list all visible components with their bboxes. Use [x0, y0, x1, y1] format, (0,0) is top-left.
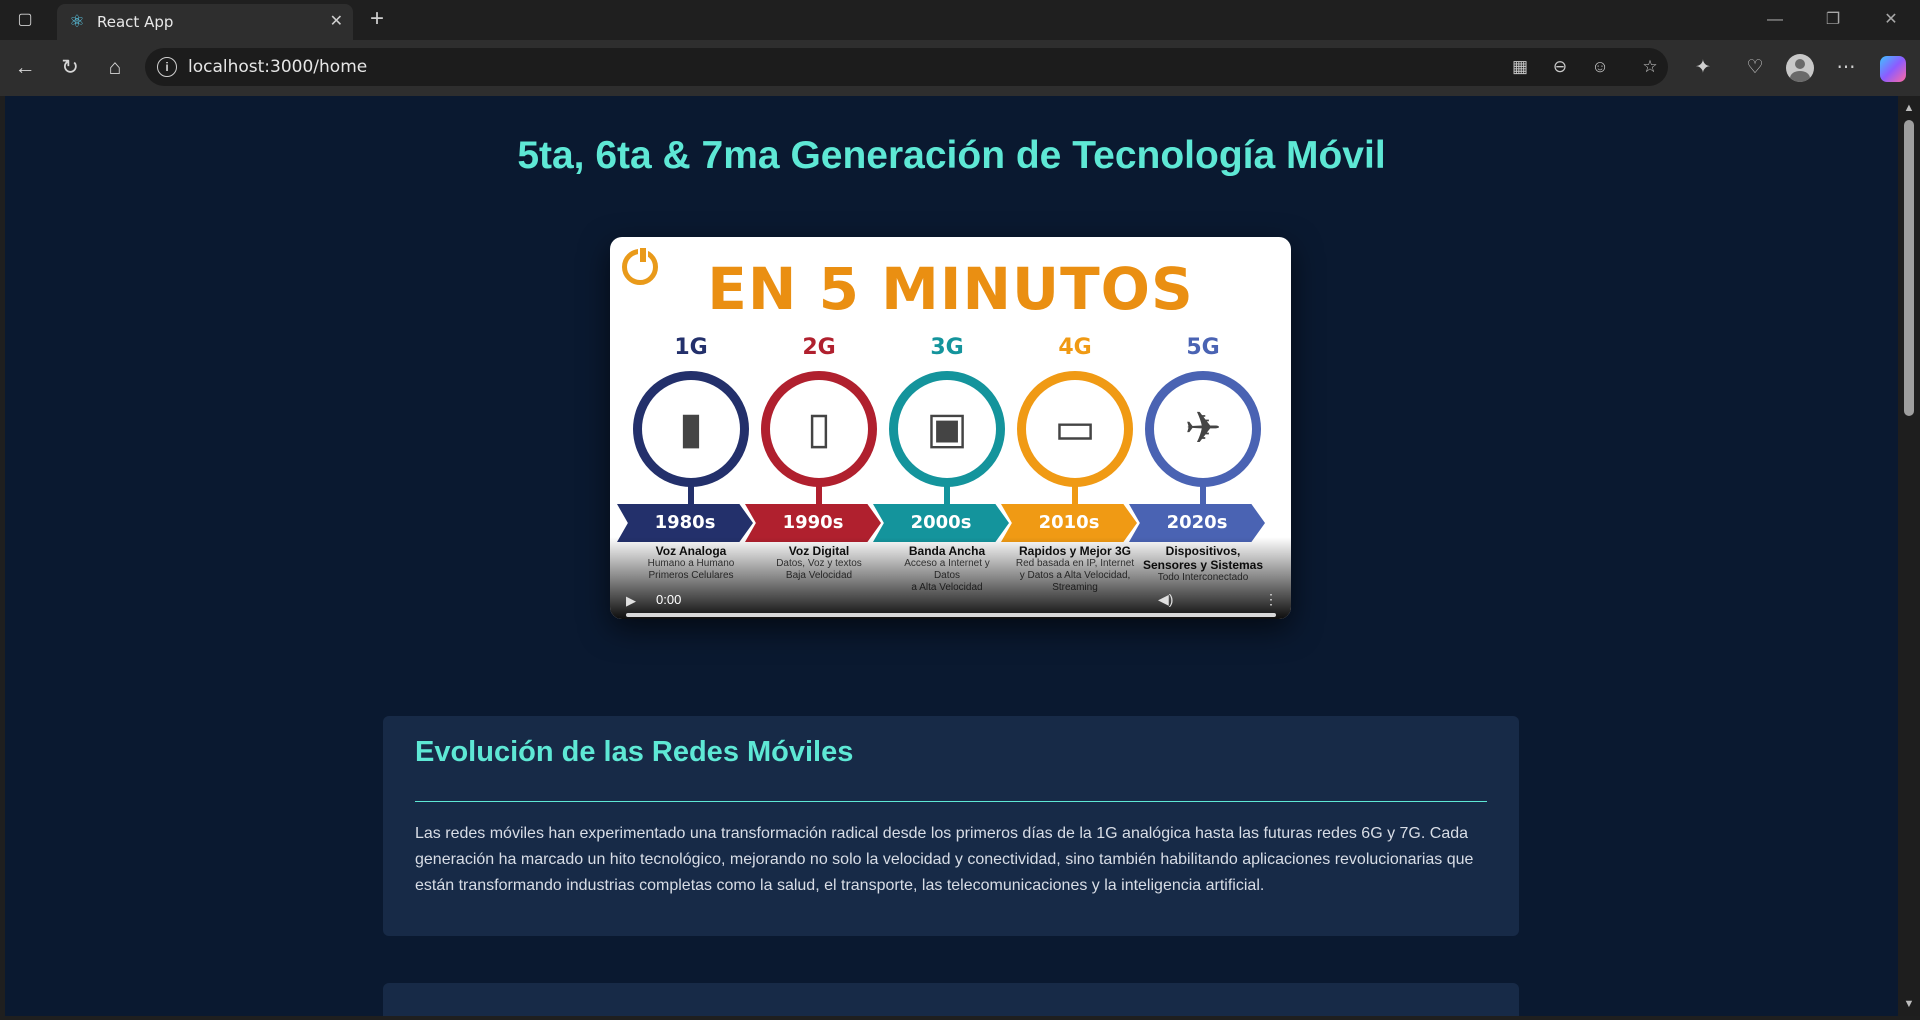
browser-essentials-icon[interactable]: ♡ — [1735, 40, 1775, 96]
app-available-icon[interactable]: ▦ — [1504, 48, 1536, 86]
generation-label: 1G — [674, 335, 708, 360]
browser-tab[interactable]: ⚛ React App ✕ — [57, 4, 353, 40]
more-options-icon[interactable]: ⋯ — [1826, 40, 1866, 96]
extensions-icon[interactable]: ✦ — [1683, 40, 1723, 96]
next-section-card — [383, 983, 1519, 1016]
url-text[interactable]: localhost:3000/home — [188, 48, 367, 86]
page-title: 5ta, 6ta & 7ma Generación de Tecnología … — [517, 134, 1386, 177]
back-icon[interactable]: ← — [5, 40, 45, 96]
video-time: 0:00 — [656, 592, 682, 607]
generation-label: 4G — [1058, 335, 1092, 360]
minimize-icon[interactable]: — — [1752, 0, 1798, 40]
generation-2g: 2G ▯ — [755, 335, 883, 509]
section-divider — [415, 801, 1487, 802]
copilot-icon[interactable] — [1880, 56, 1906, 82]
generation-label: 2G — [802, 335, 836, 360]
evolution-section: Evolución de las Redes Móviles Las redes… — [383, 716, 1519, 936]
generation-1g: 1G ▮ — [627, 335, 755, 509]
section-body: Las redes móviles han experimentado una … — [415, 825, 1474, 894]
generation-3g: 3G ▣ — [883, 335, 1011, 509]
react-icon: ⚛ — [69, 12, 85, 31]
new-tab-icon[interactable]: + — [362, 0, 392, 40]
tab-title: React App — [97, 13, 174, 31]
section-title: Evolución de las Redes Móviles — [415, 736, 854, 768]
close-window-icon[interactable]: ✕ — [1868, 0, 1914, 40]
drone-icon: ✈ — [1184, 404, 1222, 453]
scrollbar-thumb[interactable] — [1904, 120, 1914, 416]
video-controls: ▶ 0:00 ◀) ⋮ — [610, 537, 1291, 619]
browser-toolbar: ← ↻ ⌂ i localhost:3000/home ▦ ⊖ ☺ ☆ ✦ ♡ … — [0, 40, 1920, 96]
video-player[interactable]: EN 5 MINUTOS 1G▮1980sVoz AnalogaHumano a… — [610, 237, 1291, 619]
favorite-star-icon[interactable]: ☆ — [1634, 48, 1666, 86]
video-more-icon[interactable]: ⋮ — [1264, 591, 1278, 608]
generation-label: 3G — [930, 335, 964, 360]
home-icon[interactable]: ⌂ — [95, 40, 135, 96]
browser-title-bar: ▢ ⚛ React App ✕ + — ❐ ✕ — [0, 0, 1920, 40]
video-banner-text: EN 5 MINUTOS — [707, 255, 1194, 323]
video-progress-bar[interactable] — [626, 613, 1276, 617]
sidebar-toggle-icon[interactable]: ▢ — [10, 0, 40, 40]
reading-mode-icon[interactable]: ☺ — [1584, 48, 1616, 86]
scroll-down-arrow-icon[interactable]: ▼ — [1898, 995, 1920, 1013]
zoom-out-icon[interactable]: ⊖ — [1544, 48, 1576, 86]
play-icon[interactable]: ▶ — [626, 593, 636, 609]
phone-candybar-icon: ▯ — [806, 404, 832, 453]
volume-icon[interactable]: ◀) — [1158, 591, 1173, 608]
profile-avatar[interactable] — [1786, 54, 1814, 82]
site-info-icon[interactable]: i — [157, 57, 177, 77]
vertical-scrollbar[interactable]: ▲ ▼ — [1898, 96, 1920, 1016]
restore-icon[interactable]: ❐ — [1810, 0, 1856, 40]
laptop-phone-icon: ▭ — [1054, 404, 1096, 453]
phone-brick-icon: ▮ — [678, 404, 704, 453]
scroll-up-arrow-icon[interactable]: ▲ — [1898, 99, 1920, 117]
refresh-icon[interactable]: ↻ — [50, 40, 90, 96]
generation-label: 5G — [1186, 335, 1220, 360]
phone-blackberry-icon: ▣ — [926, 404, 968, 453]
page-viewport: 5ta, 6ta & 7ma Generación de Tecnología … — [5, 96, 1898, 1016]
close-tab-icon[interactable]: ✕ — [330, 4, 343, 40]
generation-5g: 5G ✈ — [1139, 335, 1267, 509]
generation-4g: 4G ▭ — [1011, 335, 1139, 509]
address-bar[interactable]: i localhost:3000/home ▦ ⊖ ☺ ☆ — [145, 48, 1668, 86]
